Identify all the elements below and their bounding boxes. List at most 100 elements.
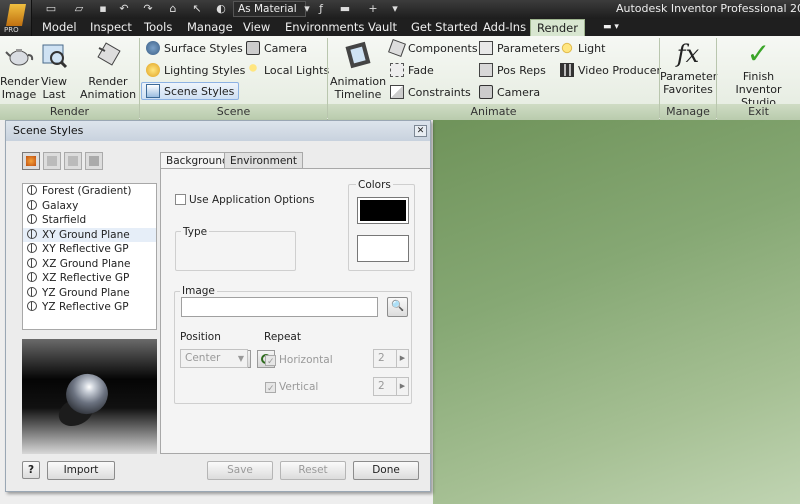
- stepper-arrow-icon[interactable]: ▶: [396, 378, 408, 395]
- surface-styles-button[interactable]: Surface Styles: [146, 40, 243, 58]
- browse-image-icon[interactable]: 🔍: [387, 297, 408, 317]
- tab-manage[interactable]: Manage: [181, 19, 239, 36]
- tab-get-started[interactable]: Get Started: [405, 19, 484, 36]
- position-select[interactable]: Center ▼: [180, 349, 248, 368]
- surface-styles-icon: [146, 41, 160, 55]
- customize-icon[interactable]: ▾: [388, 2, 402, 16]
- done-button[interactable]: Done: [353, 461, 419, 480]
- lighting-styles-button[interactable]: Lighting Styles: [146, 62, 245, 80]
- image-path-input[interactable]: [181, 297, 378, 317]
- tab-render[interactable]: Render: [530, 19, 585, 36]
- new-file-icon[interactable]: ▭: [44, 2, 58, 16]
- style-library-icon[interactable]: [85, 152, 103, 170]
- camera-button[interactable]: Camera: [246, 40, 307, 58]
- tab-add-ins[interactable]: Add-Ins: [477, 19, 532, 36]
- horizontal-checkbox[interactable]: Horizontal: [265, 354, 333, 366]
- animation-timeline-label-1: Animation: [330, 75, 387, 88]
- local-lights-button[interactable]: Local Lights: [246, 62, 329, 80]
- view-last-button[interactable]: View Last: [38, 40, 70, 101]
- import-button[interactable]: Import: [47, 461, 115, 480]
- parameter-favorites-button[interactable]: fx Parameter Favorites: [660, 38, 717, 96]
- list-item[interactable]: XY Ground Plane: [23, 227, 156, 242]
- render-animation-button[interactable]: Render Animation: [80, 40, 136, 101]
- open-folder-icon[interactable]: ▱: [72, 2, 86, 16]
- list-item-label: YZ Ground Plane: [42, 286, 130, 299]
- new-style-icon[interactable]: [22, 152, 40, 170]
- tab-model[interactable]: Model: [36, 19, 83, 36]
- vertical-repeat-value: 2: [378, 380, 385, 392]
- update-icon[interactable]: ◐: [214, 2, 228, 16]
- tab-environment[interactable]: Environment: [224, 152, 304, 169]
- parameters-button[interactable]: Parameters: [479, 40, 560, 58]
- undo-icon[interactable]: ↶: [117, 2, 131, 16]
- use-application-options-checkbox[interactable]: Use Application Options: [175, 194, 314, 206]
- video-producer-button[interactable]: Video Producer: [560, 62, 661, 80]
- components-label: Components: [408, 42, 478, 55]
- constraints-button[interactable]: Constraints: [390, 84, 471, 102]
- color-swatch-2[interactable]: [357, 235, 409, 262]
- animation-timeline-button[interactable]: Animation Timeline: [330, 40, 386, 101]
- parameters-icon: [479, 41, 493, 55]
- parameter-icon[interactable]: ▬: [338, 2, 352, 16]
- list-item[interactable]: YZ Ground Plane: [23, 286, 156, 301]
- globe-icon: [27, 199, 37, 210]
- pos-reps-button[interactable]: Pos Reps: [479, 62, 546, 80]
- globe-icon: [27, 257, 37, 268]
- list-item[interactable]: XZ Reflective GP: [23, 271, 156, 286]
- graphics-window[interactable]: [433, 120, 800, 504]
- application-menu-button[interactable]: PRO: [0, 0, 32, 36]
- color-swatch-1[interactable]: [357, 197, 409, 224]
- copy-style-icon[interactable]: [64, 152, 82, 170]
- select-icon[interactable]: ↖: [190, 2, 204, 16]
- ribbon-minimize-icon[interactable]: ▬ ▾: [597, 19, 625, 36]
- tab-environments[interactable]: Environments: [279, 19, 370, 36]
- lighting-styles-label: Lighting Styles: [164, 64, 246, 77]
- light-bulb-icon: [560, 41, 574, 55]
- fx-icon[interactable]: ƒ: [314, 2, 328, 16]
- save-icon[interactable]: ▪: [96, 2, 110, 16]
- plus-icon[interactable]: +: [366, 2, 380, 16]
- group-title-render: Render: [0, 104, 139, 120]
- reset-button[interactable]: Reset: [280, 461, 346, 480]
- globe-icon: [27, 185, 37, 195]
- help-button[interactable]: ?: [22, 461, 40, 479]
- list-item[interactable]: XY Reflective GP: [23, 242, 156, 257]
- scene-styles-button[interactable]: Scene Styles: [141, 82, 240, 100]
- animate-camera-button[interactable]: Camera: [479, 84, 540, 102]
- list-item-label: XZ Reflective GP: [42, 272, 130, 284]
- tab-tools[interactable]: Tools: [138, 19, 178, 36]
- tab-inspect[interactable]: Inspect: [84, 19, 138, 36]
- finish-inventor-studio-button[interactable]: ✓ Finish Inventor Studio: [717, 38, 800, 110]
- constraints-label: Constraints: [408, 86, 471, 99]
- horizontal-repeat-stepper[interactable]: 2 ▶: [373, 349, 409, 368]
- scene-style-list[interactable]: Forest (Gradient) Galaxy Starfield XY Groun…: [22, 183, 157, 330]
- tab-vault[interactable]: Vault: [362, 19, 403, 36]
- video-producer-label: Video Producer: [578, 64, 662, 77]
- redo-icon[interactable]: ↷: [141, 2, 155, 16]
- globe-icon: [27, 228, 37, 239]
- list-item[interactable]: XZ Ground Plane: [23, 257, 156, 272]
- pro-badge: PRO: [4, 26, 19, 34]
- app-title: Autodesk Inventor Professional 2011: [616, 2, 800, 15]
- dropdown-arrow-icon[interactable]: ▾: [300, 2, 314, 16]
- stepper-arrow-icon[interactable]: ▶: [396, 350, 408, 367]
- list-item[interactable]: Forest (Gradient): [23, 184, 156, 199]
- render-image-button[interactable]: Render Image: [0, 40, 39, 101]
- fade-button[interactable]: Fade: [390, 62, 434, 80]
- vertical-checkbox[interactable]: Vertical: [265, 381, 318, 393]
- vertical-repeat-stepper[interactable]: 2 ▶: [373, 377, 409, 396]
- home-icon[interactable]: ⌂: [166, 2, 180, 16]
- save-button[interactable]: Save: [207, 461, 273, 480]
- material-select[interactable]: As Material: [233, 1, 306, 17]
- components-button[interactable]: Components: [388, 39, 478, 58]
- close-icon[interactable]: ✕: [414, 125, 427, 137]
- finish-label-1: Finish: [742, 70, 775, 83]
- components-icon: [388, 39, 406, 57]
- light-button[interactable]: Light: [560, 40, 605, 58]
- fx-icon: fx: [676, 40, 700, 68]
- list-item[interactable]: Starfield: [23, 213, 156, 228]
- list-item[interactable]: YZ Reflective GP: [23, 300, 156, 315]
- tab-view[interactable]: View: [237, 19, 276, 36]
- purge-style-icon[interactable]: [43, 152, 61, 170]
- list-item[interactable]: Galaxy: [23, 199, 156, 214]
